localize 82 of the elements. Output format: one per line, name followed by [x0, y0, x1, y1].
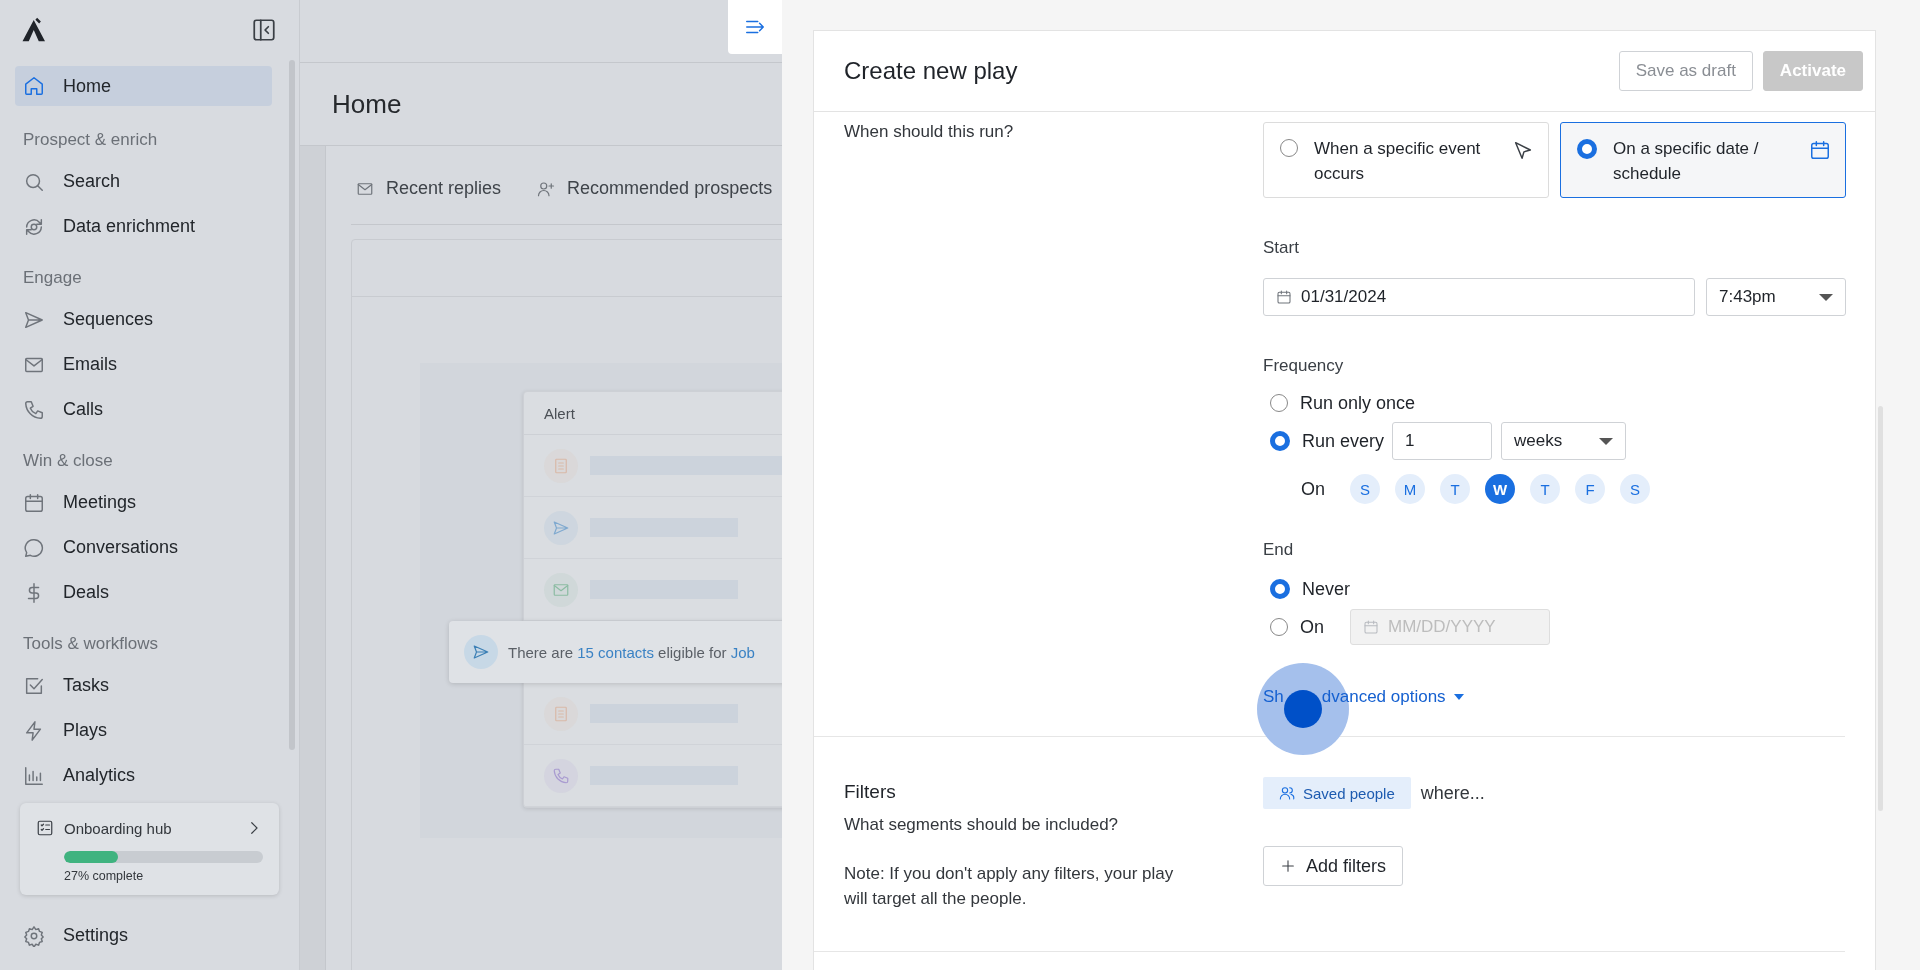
unit-dropdown[interactable]: weeks [1501, 422, 1627, 460]
phone-icon [23, 398, 45, 421]
notification-text: There are 15 contacts eligible for Job [508, 643, 755, 661]
radio-label: On [1300, 616, 1324, 638]
bar-chart-icon [23, 764, 45, 787]
checklist-icon [36, 819, 54, 837]
people-icon [1279, 785, 1295, 801]
weekday-toggle[interactable]: T [1440, 474, 1470, 504]
nav-item[interactable]: Sequences [15, 297, 272, 342]
paper-plane-icon [472, 643, 490, 661]
radio-button[interactable] [1270, 579, 1290, 599]
settings-icon [23, 924, 45, 947]
caret-icon [1819, 293, 1833, 301]
radio-button[interactable] [1270, 394, 1288, 412]
caret-icon [1453, 694, 1464, 700]
weekday-toggle[interactable]: S [1620, 474, 1650, 504]
section-heading: Win & close [22, 450, 114, 472]
nav-item[interactable]: Conversations [15, 525, 272, 570]
tab[interactable]: Recent replies [356, 178, 502, 199]
add-user-icon [537, 179, 556, 198]
card-title: Onboarding hub [64, 819, 172, 837]
option-label: On a specific date / schedule [1613, 138, 1760, 185]
weekday-toggle[interactable]: W [1485, 474, 1515, 504]
section-heading: Tools & workflows [22, 633, 160, 655]
weekday-toggle[interactable]: M [1395, 474, 1425, 504]
advanced-options-link[interactable]: dvanced options [1321, 687, 1446, 707]
radio-button[interactable] [1270, 431, 1290, 451]
panel-title: Create new play [844, 57, 1018, 85]
weekday-toggle[interactable]: T [1530, 474, 1560, 504]
radio-button[interactable] [1280, 139, 1298, 157]
plus-icon [1280, 858, 1296, 874]
section-heading: Engage [22, 267, 83, 289]
option-card[interactable]: When a specific event occurs [1263, 122, 1549, 198]
section-subtitle: What segments should be included? [844, 815, 1120, 835]
segment-chip[interactable]: Saved people [1263, 777, 1411, 809]
option-card[interactable]: On a specific date / schedule [1560, 122, 1846, 198]
interval-field[interactable]: 1 [1392, 422, 1493, 460]
calendar-icon [1363, 619, 1379, 635]
nav-item[interactable]: Deals [15, 570, 272, 615]
nav-item[interactable]: Calls [15, 387, 272, 432]
date-field[interactable]: 01/31/2024 [1263, 278, 1695, 316]
add-filters-button[interactable]: Add filters [1263, 846, 1404, 886]
expand-panel-button[interactable] [728, 0, 782, 54]
nav-item[interactable]: Plays [15, 708, 272, 753]
cursor-icon [1512, 139, 1534, 161]
page-title: Home [332, 88, 402, 120]
collapse-sidebar-button[interactable] [251, 17, 277, 43]
home-icon [23, 75, 45, 97]
time-dropdown[interactable]: 7:43pm [1706, 278, 1846, 316]
field-label: Frequency [1263, 356, 1345, 376]
where-label: where... [1420, 782, 1485, 804]
calendar-icon [23, 491, 45, 514]
nav-item[interactable]: Settings [15, 913, 272, 958]
nav-item[interactable]: Data enrichment [15, 204, 272, 249]
progress-caption: 27% complete [64, 869, 145, 883]
weekday-toggle[interactable]: S [1350, 474, 1380, 504]
radio-label: Run every [1302, 430, 1385, 452]
question-label: When should this run? [844, 121, 1015, 143]
days-label: On [1301, 478, 1325, 500]
nav-item[interactable]: Analytics [15, 753, 272, 798]
note-text: Note: If you don't apply any filters, your play will target all the people. [844, 863, 1175, 910]
radio-button[interactable] [1577, 139, 1597, 159]
collapse-sidebar-icon [251, 17, 277, 43]
weekday-toggle[interactable]: F [1575, 474, 1605, 504]
nav-item[interactable]: Search [15, 159, 272, 204]
radio-label: Run only once [1300, 392, 1416, 414]
nav-item[interactable]: Emails [15, 342, 272, 387]
field-label: Start [1263, 238, 1300, 258]
section-title: Filters [844, 781, 897, 803]
radio-label: Never [1302, 578, 1350, 600]
caret-icon [1599, 437, 1614, 445]
field-label: End [1263, 540, 1295, 560]
chat-bubble-icon [23, 536, 45, 559]
tab[interactable]: Recommended prospects [537, 178, 773, 199]
nav-item[interactable]: Home [15, 66, 272, 106]
nav-item[interactable]: Tasks [15, 663, 272, 708]
section-heading: Prospect & enrich [22, 129, 159, 151]
calendar-icon [1276, 289, 1292, 305]
option-label: When a specific event occurs [1314, 138, 1482, 185]
onboarding-card[interactable]: Onboarding hub 27% complete [20, 803, 279, 895]
calendar-icon [1809, 139, 1831, 161]
nav-item[interactable]: Meetings [15, 480, 272, 525]
